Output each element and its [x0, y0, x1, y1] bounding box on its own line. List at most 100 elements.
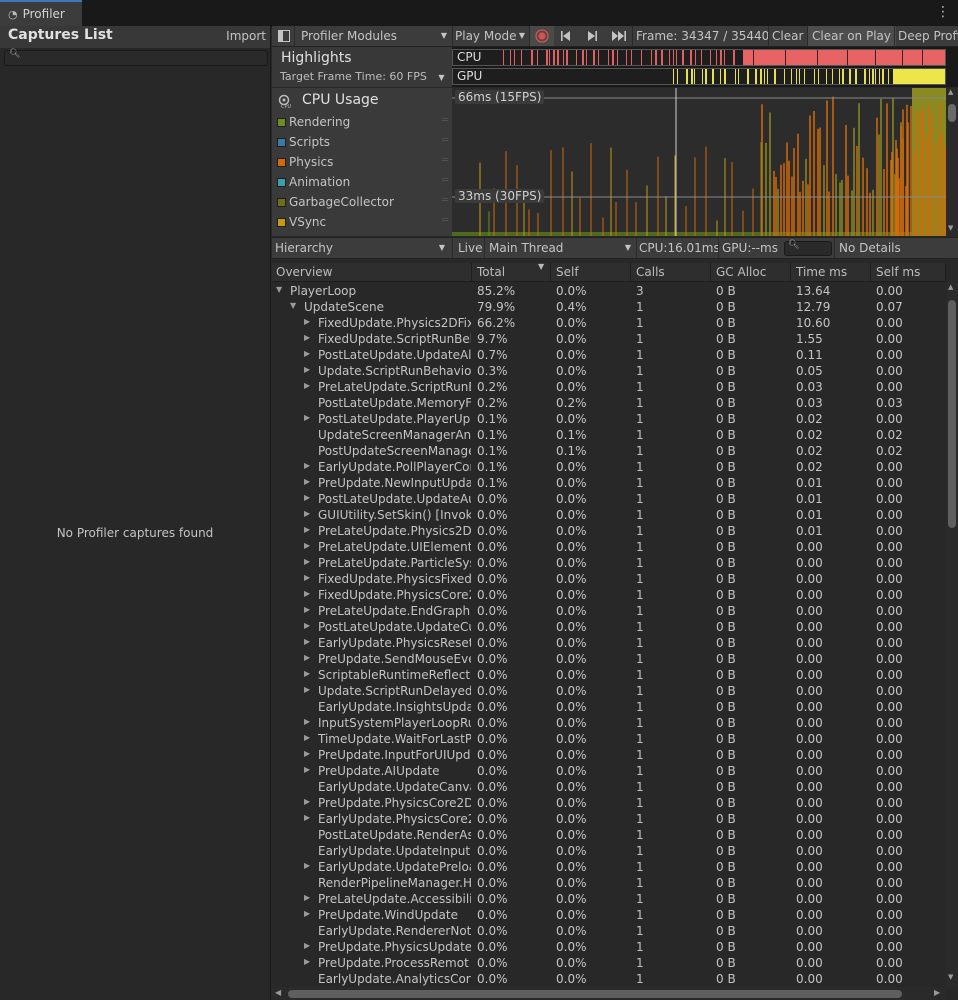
- table-row[interactable]: ▶ EarlyUpdate.PhysicsCore2I 0.0% 0.0% 1 0 B 0.…: [272, 811, 946, 827]
- table-row[interactable]: ▼ UpdateScene 79.9% 0.4% 1 0 B 12.79 0.07: [272, 299, 946, 315]
- table-row[interactable]: ▶ PreLateUpdate.EndGraphic 0.0% 0.0% 1 0 B 0.0…: [272, 603, 946, 619]
- drag-handle-icon[interactable]: ═: [442, 175, 448, 186]
- legend-item-vsync[interactable]: VSync ═: [272, 213, 452, 233]
- table-row[interactable]: ▶ PostLateUpdate.UpdateAu 0.0% 0.0% 1 0 B 0.01…: [272, 491, 946, 507]
- record-button[interactable]: [530, 26, 554, 46]
- table-row[interactable]: ▶ PreLateUpdate.ParticleSys 0.0% 0.0% 1 0 B 0.…: [272, 555, 946, 571]
- table-row[interactable]: ▶ PreLateUpdate.UIElements 0.0% 0.0% 1 0 B 0.0…: [272, 539, 946, 555]
- details-dropdown[interactable]: No Details: [839, 238, 901, 258]
- collapsed-triangle-icon[interactable]: ▶: [304, 477, 310, 486]
- table-row[interactable]: ▶ PreUpdate.PhysicsCore2DU 0.0% 0.0% 1 0 B 0.0…: [272, 795, 946, 811]
- deep-profile-toggle[interactable]: Deep Profi: [898, 26, 958, 46]
- next-frame-button[interactable]: [586, 26, 598, 46]
- table-row[interactable]: EarlyUpdate.UpdateInputM 0.0% 0.0% 1 0 B 0.00…: [272, 843, 946, 859]
- kebab-icon[interactable]: ⋮: [936, 4, 950, 20]
- collapsed-triangle-icon[interactable]: ▶: [304, 413, 310, 422]
- table-row[interactable]: ▶ FixedUpdate.PhysicsCore2 0.0% 0.0% 1 0 B 0.0…: [272, 587, 946, 603]
- column-overview[interactable]: Overview: [276, 265, 333, 279]
- table-row[interactable]: ▶ PreLateUpdate.Physics2DL 0.0% 0.0% 1 0 B 0.0…: [272, 523, 946, 539]
- table-row[interactable]: EarlyUpdate.InsightsUpdat 0.0% 0.0% 1 0 B 0.0…: [272, 699, 946, 715]
- collapsed-triangle-icon[interactable]: ▶: [304, 941, 310, 950]
- drag-handle-icon[interactable]: ═: [442, 135, 448, 146]
- collapsed-triangle-icon[interactable]: ▶: [304, 493, 310, 502]
- collapsed-triangle-icon[interactable]: ▶: [304, 573, 310, 582]
- legend-item-garbagecollector[interactable]: GarbageCollector ═: [272, 193, 452, 213]
- collapsed-triangle-icon[interactable]: ▶: [304, 589, 310, 598]
- table-row[interactable]: ▶ PreUpdate.NewInputUpdat 0.1% 0.0% 1 0 B 0.01…: [272, 475, 946, 491]
- collapsed-triangle-icon[interactable]: ▶: [304, 765, 310, 774]
- cpu-usage-chart[interactable]: 66ms (15FPS) 33ms (30FPS): [452, 88, 946, 236]
- table-row[interactable]: PostUpdateScreenManage 0.1% 0.1% 1 0 B 0.02 0.…: [272, 443, 946, 459]
- drag-handle-icon[interactable]: ═: [442, 195, 448, 206]
- table-row[interactable]: ▶ InputSystemPlayerLoopRun 0.0% 0.0% 1 0 B 0.0…: [272, 715, 946, 731]
- collapsed-triangle-icon[interactable]: ▶: [304, 717, 310, 726]
- clear-on-play-toggle[interactable]: Clear on Play: [808, 26, 896, 46]
- table-row[interactable]: ▶ PreUpdate.ProcessRemot 0.0% 0.0% 1 0 B 0.00 0…: [272, 955, 946, 971]
- column-self[interactable]: Self: [556, 265, 579, 279]
- collapsed-triangle-icon[interactable]: ▶: [304, 669, 310, 678]
- table-row[interactable]: ▶ FixedUpdate.ScriptRunBeh 9.7% 0.0% 1 0 B 1.5…: [272, 331, 946, 347]
- table-row[interactable]: ▶ PreUpdate.WindUpdate 0.0% 0.0% 1 0 B 0.00 0.0…: [272, 907, 946, 923]
- drag-handle-icon[interactable]: ═: [442, 155, 448, 166]
- collapsed-triangle-icon[interactable]: ▶: [304, 365, 310, 374]
- table-row[interactable]: ▶ EarlyUpdate.PollPlayerCon 0.1% 0.0% 1 0 B 0.…: [272, 459, 946, 475]
- table-row[interactable]: ▶ PreUpdate.InputForUIUpda 0.0% 0.0% 1 0 B 0.0…: [272, 747, 946, 763]
- last-frame-button[interactable]: [611, 26, 627, 46]
- table-row[interactable]: ▶ EarlyUpdate.PhysicsResetI 0.0% 0.0% 1 0 B 0.…: [272, 635, 946, 651]
- table-row[interactable]: RenderPipelineManager.Ha 0.0% 0.0% 1 0 B 0.00…: [272, 875, 946, 891]
- collapsed-triangle-icon[interactable]: ▶: [304, 621, 310, 630]
- table-row[interactable]: ▶ PreUpdate.SendMouseEve 0.0% 0.0% 1 0 B 0.00 0…: [272, 651, 946, 667]
- clear-button[interactable]: Clear: [772, 26, 803, 46]
- legend-item-rendering[interactable]: Rendering ═: [272, 113, 452, 133]
- collapsed-triangle-icon[interactable]: ▶: [304, 893, 310, 902]
- play-mode-dropdown[interactable]: Play Mode ▼: [455, 26, 527, 46]
- table-row[interactable]: ▶ PostLateUpdate.UpdateAllI 0.7% 0.0% 1 0 B 0.…: [272, 347, 946, 363]
- column-total[interactable]: Total: [477, 265, 505, 279]
- highlights-lanes[interactable]: CPU GPU: [452, 47, 958, 87]
- gpu-highlight-lane[interactable]: GPU: [452, 68, 946, 85]
- collapsed-triangle-icon[interactable]: ▶: [304, 461, 310, 470]
- legend-item-physics[interactable]: Physics ═: [272, 153, 452, 173]
- table-row[interactable]: ▶ FixedUpdate.Physics2DFixe 66.2% 0.0% 1 0 B 1…: [272, 315, 946, 331]
- table-row[interactable]: ▶ PreUpdate.PhysicsUpdate 0.0% 0.0% 1 0 B 0.00…: [272, 939, 946, 955]
- sidebar-toggle-icon[interactable]: [278, 26, 290, 46]
- table-row[interactable]: ▶ FixedUpdate.PhysicsFixedU 0.0% 0.0% 1 0 B 0.…: [272, 571, 946, 587]
- cpu-usage-module[interactable]: CPU CPU Usage Rendering ═ Scripts ═ Physics ═…: [272, 88, 452, 236]
- table-row[interactable]: UpdateScreenManagerAnd 0.1% 0.1% 1 0 B 0.02 0.…: [272, 427, 946, 443]
- profiler-modules-dropdown[interactable]: Profiler Modules ▼: [301, 26, 449, 46]
- table-row[interactable]: PostLateUpdate.RenderAs2 0.0% 0.0% 1 0 B 0.00…: [272, 827, 946, 843]
- table-horizontal-scrollbar-thumb[interactable]: [288, 990, 902, 998]
- thread-dropdown[interactable]: Main Thread ▼: [489, 238, 633, 258]
- table-row[interactable]: ▶ ScriptableRuntimeReflectio 0.0% 0.0% 1 0 B 0…: [272, 667, 946, 683]
- collapsed-triangle-icon[interactable]: ▶: [304, 813, 310, 822]
- collapsed-triangle-icon[interactable]: ▶: [304, 749, 310, 758]
- table-row[interactable]: ▶ EarlyUpdate.UpdatePreloa 0.0% 0.0% 1 0 B 0.0…: [272, 859, 946, 875]
- table-row[interactable]: ▶ PostLateUpdate.UpdateCu 0.0% 0.0% 1 0 B 0.00…: [272, 619, 946, 635]
- collapsed-triangle-icon[interactable]: ▶: [304, 333, 310, 342]
- collapsed-triangle-icon[interactable]: ▶: [304, 381, 310, 390]
- tab-profiler[interactable]: ◔ Profiler: [0, 0, 82, 26]
- live-toggle[interactable]: Live: [458, 238, 483, 258]
- column-calls[interactable]: Calls: [636, 265, 665, 279]
- first-frame-button[interactable]: [560, 26, 572, 46]
- expanded-triangle-icon[interactable]: ▼: [290, 301, 296, 310]
- chart-scrollbar-thumb[interactable]: [948, 104, 956, 122]
- captures-search-input[interactable]: 🔍︎: [4, 49, 268, 66]
- chart-scrollbar[interactable]: ▲ ▼: [946, 88, 958, 236]
- column-self-ms[interactable]: Self ms: [876, 265, 920, 279]
- hierarchy-search-input[interactable]: 🔍︎: [784, 240, 832, 256]
- table-row[interactable]: ▶ Update.ScriptRunDelayedT 0.0% 0.0% 1 0 B 0.0…: [272, 683, 946, 699]
- legend-swatch[interactable]: [277, 218, 286, 227]
- legend-swatch[interactable]: [277, 138, 286, 147]
- legend-swatch[interactable]: [277, 178, 286, 187]
- table-row[interactable]: EarlyUpdate.AnalyticsCore 0.0% 0.0% 1 0 B 0.0…: [272, 971, 946, 987]
- table-row[interactable]: ▶ PreLateUpdate.ScriptRunB 0.2% 0.0% 1 0 B 0.0…: [272, 379, 946, 395]
- legend-item-scripts[interactable]: Scripts ═: [272, 133, 452, 153]
- table-row[interactable]: ▶ PostLateUpdate.PlayerUpd 0.1% 0.0% 1 0 B 0.0…: [272, 411, 946, 427]
- table-row[interactable]: ▶ TimeUpdate.WaitForLastPr 0.0% 0.0% 1 0 B 0.0…: [272, 731, 946, 747]
- table-row[interactable]: ▶ GUIUtility.SetSkin() [Invoke 0.0% 0.0% 1 0 …: [272, 507, 946, 523]
- legend-item-animation[interactable]: Animation ═: [272, 173, 452, 193]
- legend-swatch[interactable]: [277, 118, 286, 127]
- highlights-module[interactable]: Highlights Target Frame Time: 60 FPS ▼: [272, 47, 452, 87]
- collapsed-triangle-icon[interactable]: ▶: [304, 653, 310, 662]
